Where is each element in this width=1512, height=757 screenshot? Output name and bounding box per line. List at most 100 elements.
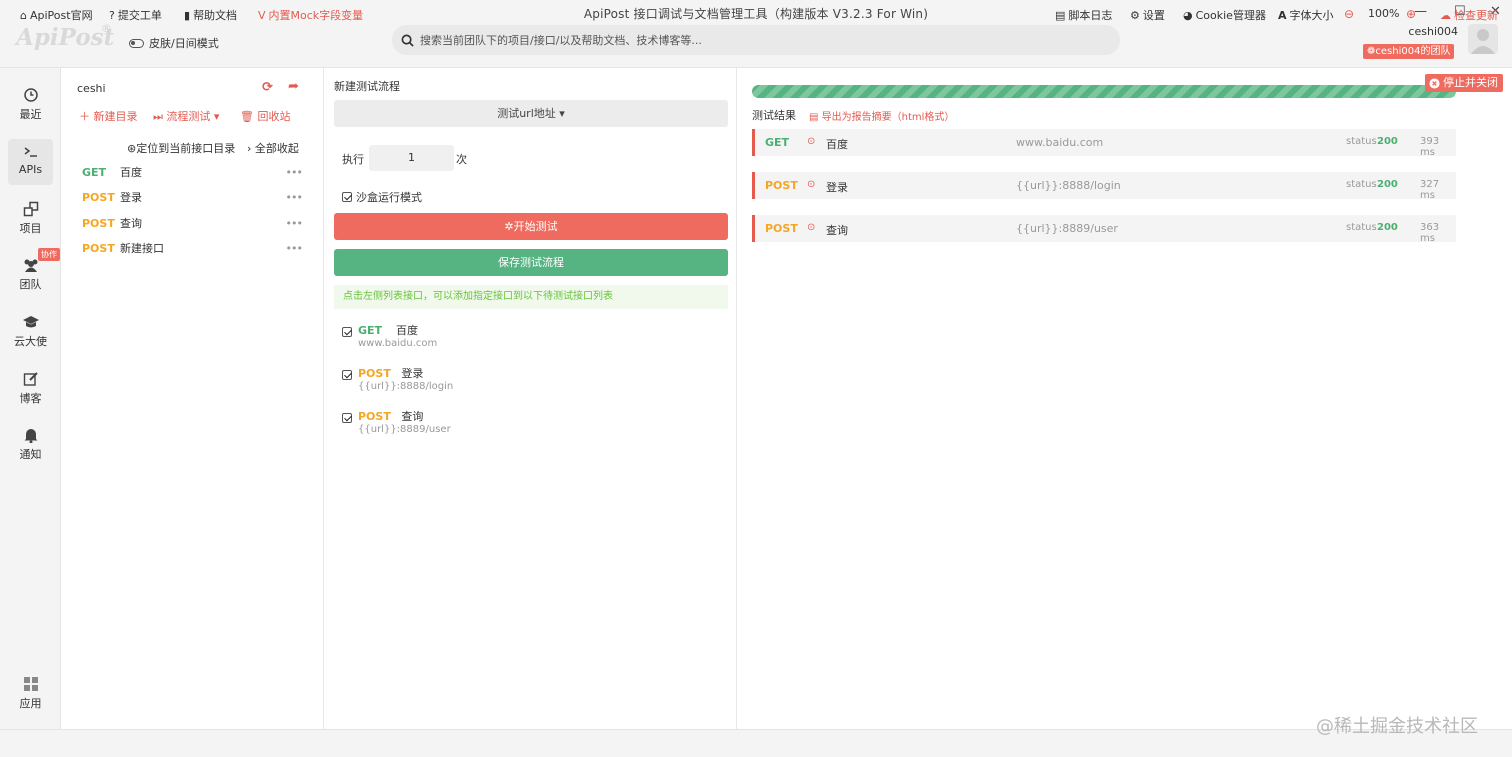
result-row[interactable]: POST ⊙ 查询 {{url}}:8889/user status 200 3… [752,215,1456,244]
script-log-button[interactable]: ▤ 脚本日志 [1055,7,1112,23]
stop-close-label: 停止并关闭 [1443,76,1498,89]
close-circle-icon [1429,77,1440,89]
sidebar-item-recent[interactable]: 最近 [8,82,53,128]
zoom-in-button[interactable]: ⊕ [1406,7,1416,21]
refresh-icon[interactable]: ⟳ [262,80,273,95]
book-icon: ▮ [184,8,191,22]
help-docs-link[interactable]: ▮ 帮助文档 [184,7,237,23]
checkbox-icon[interactable] [342,413,352,423]
sidebar-item-blog[interactable]: 博客 [8,366,53,412]
response-time: 327 ms [1420,179,1440,201]
caret-down-icon: ▾ [555,107,565,120]
method-badge: POST [82,241,115,255]
skin-mode-toggle[interactable]: 皮肤/日间模式 [129,35,219,51]
locate-label: 定位到当前接口目录 [136,142,236,155]
script-log-label: 脚本日志 [1068,9,1113,22]
flow-test-button[interactable]: ⏭ 流程测试 ▾ [153,108,219,124]
api-item[interactable]: POST 新建接口 ••• [82,237,303,259]
api-name: 百度 [120,166,142,179]
save-flow-button[interactable]: 保存测试流程 [334,249,728,276]
result-name: 登录 [826,181,848,194]
official-site-link[interactable]: ⌂ ApiPost官网 [20,7,93,23]
sidebar-item-ambassador[interactable]: 云大使 [8,309,53,355]
more-icon[interactable]: ••• [286,191,303,204]
api-item[interactable]: POST 查询 ••• [82,212,303,234]
submit-ticket-link[interactable]: ? 提交工单 [109,7,162,23]
check-update-button[interactable]: ☁ 检查更新 [1440,7,1498,23]
plus-icon: ＋ [79,110,94,123]
chevron-right-icon: › [247,142,255,155]
flow-item[interactable]: POST 查询 {{url}}:8889/user [342,408,722,448]
flow-item[interactable]: POST 登录 {{url}}:8888/login [342,365,722,405]
checkbox-icon[interactable] [342,370,352,380]
flow-item[interactable]: GET 百度 www.baidu.com [342,322,722,362]
result-row[interactable]: POST ⊙ 登录 {{url}}:8888/login status 200 … [752,172,1456,201]
more-icon[interactable]: ••• [286,217,303,230]
api-name: 新建接口 [120,242,164,255]
sidebar-item-apps[interactable]: 应用 [8,671,53,717]
sidebar-item-label: 云大使 [14,335,47,348]
stop-close-button[interactable]: 停止并关闭 [1425,74,1503,92]
start-test-label: 开始测试 [513,220,558,233]
new-dir-button[interactable]: ＋ 新建目录 [79,108,138,124]
logo-registered-mark: ® [101,22,112,35]
flow-item-name: 查询 [401,410,424,423]
file-icon: ▤ [809,112,822,123]
plus-circle-icon: ⊕ [1406,7,1417,21]
start-test-button[interactable]: ✲开始测试 [334,213,728,240]
mock-vars-label: 内置Mock字段变量 [268,9,364,22]
test-progress-bar [752,85,1456,98]
fast-forward-icon: ⏭ [153,110,167,123]
method-badge: GET [82,165,107,179]
location-icon: ⊛ [127,142,137,155]
font-icon: A [1278,8,1287,22]
mock-vars-link[interactable]: V 内置Mock字段变量 [258,7,363,23]
cloud-upload-icon: ☁ [1440,8,1451,22]
settings-button[interactable]: ⚙ 设置 [1130,7,1165,23]
cookie-manager-button[interactable]: ◕ Cookie管理器 [1183,7,1266,23]
url-env-select[interactable]: 测试url地址 ▾ [334,100,728,127]
sandbox-checkbox[interactable]: 沙盒运行模式 [342,189,422,205]
exec-count-input[interactable]: 1 [369,145,454,171]
sidebar-item-projects[interactable]: 项目 [8,196,53,242]
bell-icon [24,429,37,443]
official-site-label: ApiPost官网 [29,9,93,22]
username[interactable]: ceshi004 [1380,25,1458,38]
locate-dir-button[interactable]: ⊛定位到当前接口目录 [127,140,235,156]
share-icon[interactable]: ➦ [288,79,299,94]
toggle-icon [129,38,144,48]
spinner-icon: ✲ [504,220,514,233]
zoom-level: 100% [1368,7,1400,20]
sidebar-item-notify[interactable]: 通知 [8,422,53,468]
sidebar-item-label: 博客 [19,392,42,405]
search-icon [401,34,414,47]
project-name: ceshi [77,82,106,95]
apps-grid-icon [23,677,38,691]
api-item[interactable]: POST 登录 ••• [82,186,303,208]
more-icon[interactable]: ••• [286,242,303,255]
api-item[interactable]: GET 百度 ••• [82,161,303,183]
global-search-input[interactable]: 搜索当前团队下的项目/接口/以及帮助文档、技术博客等... [392,25,1120,55]
recycle-bin-button[interactable]: 🗑 回收站 [240,108,290,124]
avatar[interactable] [1468,24,1498,54]
flow-item-name: 登录 [401,367,424,380]
status-label: status [1346,136,1377,147]
response-time: 393 ms [1420,136,1440,158]
gear-icon: ⚙ [1130,8,1140,22]
more-icon[interactable]: ••• [286,166,303,179]
log-icon: ▤ [1055,8,1066,22]
export-report-button[interactable]: ▤ 导出为报告摘要（html格式） [809,108,954,123]
flow-item-url: {{url}}:8888/login [358,381,454,392]
team-badge[interactable]: ❁ceshi004的团队 [1363,44,1455,59]
checkbox-icon [342,192,352,202]
status-code: 200 [1377,222,1398,233]
zoom-out-button[interactable]: ⊖ [1344,7,1354,21]
question-icon: ? [109,8,115,22]
result-row[interactable]: GET ⊙ 百度 www.baidu.com status 200 393 ms [752,129,1456,158]
sidebar-item-apis[interactable]: APIs [8,139,53,185]
checkbox-icon[interactable] [342,327,352,337]
collapse-all-button[interactable]: › 全部收起 [247,140,299,156]
font-size-text: 字体大小 [1289,9,1334,22]
recycle-label: 回收站 [257,110,291,123]
method-badge: POST [358,410,391,423]
